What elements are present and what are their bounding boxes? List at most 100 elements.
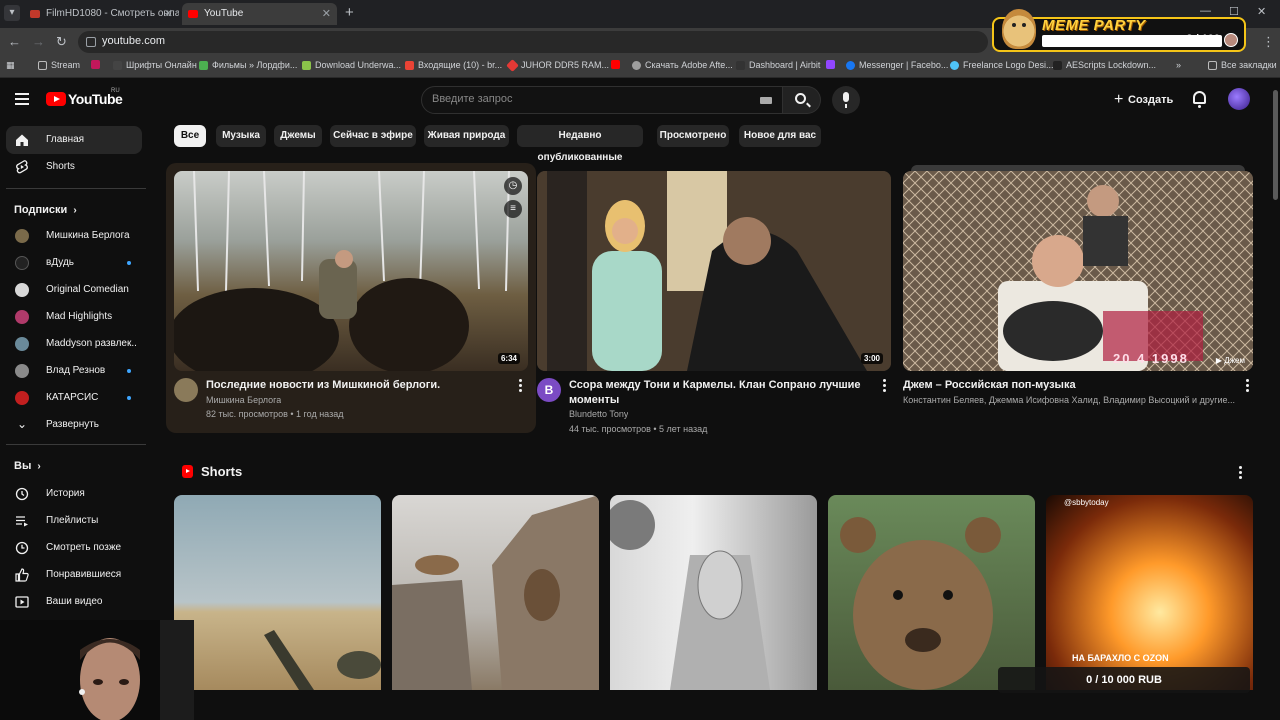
bookmark-item[interactable]: Скачать Adobe Afte... — [632, 60, 733, 70]
search-input[interactable] — [432, 93, 742, 105]
chip-recently-uploaded[interactable]: Недавно опубликованные — [517, 125, 643, 163]
bookmark-item[interactable]: Messenger | Facebo... — [846, 60, 948, 70]
channel-avatar[interactable]: B — [537, 378, 561, 402]
sidebar-item-home[interactable]: Главная — [6, 126, 142, 154]
sidebar-item-history[interactable]: История — [6, 480, 142, 508]
video-thumbnail[interactable]: 3:00 — [537, 171, 891, 371]
sidebar-item-playlists[interactable]: Плейлисты — [6, 507, 142, 535]
minimize-icon[interactable]: — — [1200, 5, 1211, 17]
keyboard-icon[interactable] — [760, 97, 772, 104]
search-button[interactable] — [783, 86, 821, 114]
bookmark-icon-only[interactable] — [826, 60, 835, 71]
more-bookmarks-icon[interactable]: » — [1176, 60, 1181, 70]
apps-grid-icon[interactable]: ▦ — [6, 60, 18, 71]
jam-title[interactable]: Джем – Российская поп-музыка — [903, 378, 1233, 393]
video-card[interactable]: ◷ ≡ 6:34 Последние новости из Мишкиной б… — [166, 163, 536, 433]
jam-card[interactable]: 20 4 1998 ▶ Джем Джем – Российская поп-м… — [903, 163, 1259, 433]
short-thumbnail[interactable] — [610, 495, 817, 690]
youtube-logo-icon[interactable] — [46, 92, 66, 106]
video-duration: 6:34 — [497, 353, 520, 364]
bookmark-item[interactable]: Входящие (10) - br... — [405, 60, 502, 70]
site-info-icon[interactable] — [86, 37, 96, 47]
short-thumbnail[interactable]: @sbbytoday НА БАРАХЛО С OZON — [1046, 495, 1253, 690]
sidebar-subscription[interactable]: Maddyson развлек... — [6, 330, 142, 358]
scrollbar-thumb[interactable] — [1273, 90, 1278, 200]
create-button[interactable]: + Создать — [1112, 90, 1173, 110]
browser-tab[interactable]: FilmHD1080 - Смотреть онлай ✕ — [24, 3, 179, 25]
chip-live[interactable]: Сейчас в эфире — [330, 125, 416, 147]
video-menu-icon[interactable] — [1246, 379, 1250, 394]
user-avatar[interactable] — [1228, 88, 1250, 110]
menu-icon[interactable] — [15, 93, 29, 105]
chip-music[interactable]: Музыка — [216, 125, 266, 147]
voice-search-button[interactable] — [832, 86, 860, 114]
video-thumbnail[interactable]: 20 4 1998 ▶ Джем — [903, 171, 1253, 371]
sidebar-subscription[interactable]: Original Comedian — [6, 276, 142, 304]
sidebar-subscription[interactable]: Мишкина Берлога — [6, 222, 142, 250]
video-title[interactable]: Ссора между Тони и Кармелы. Клан Сопрано… — [569, 378, 869, 408]
watch-later-icon[interactable]: ◷ — [504, 177, 522, 195]
forward-icon[interactable]: → — [32, 34, 45, 49]
browser-menu-icon[interactable]: ⋮ — [1262, 34, 1275, 50]
you-heading[interactable]: Вы › — [14, 460, 41, 472]
video-menu-icon[interactable] — [519, 379, 523, 394]
browser-tab-active[interactable]: YouTube ✕ — [182, 3, 337, 25]
add-to-queue-icon[interactable]: ≡ — [504, 200, 522, 218]
sidebar-expand[interactable]: ⌄ Развернуть — [6, 411, 142, 439]
webcam-overlay — [0, 620, 194, 720]
close-window-icon[interactable]: ✕ — [1257, 5, 1266, 18]
donation-goal-text: 0 / 10 000 RUB — [1086, 674, 1162, 686]
video-title[interactable]: Последние новости из Мишкиной берлоги. — [206, 378, 506, 393]
video-channel[interactable]: Blundetto Tony — [569, 409, 628, 419]
bookmark-item[interactable]: Шрифты Онлайн — [113, 60, 197, 70]
channel-avatar[interactable] — [174, 378, 198, 402]
short-thumbnail[interactable] — [828, 495, 1035, 690]
sidebar-item-liked[interactable]: Понравившиеся — [6, 561, 142, 589]
channel-avatar — [15, 256, 29, 270]
shorts-menu-icon[interactable] — [1239, 466, 1243, 481]
chip-wildlife[interactable]: Живая природа — [424, 125, 509, 147]
bookmark-item[interactable]: JUHOR DDR5 RAM... — [506, 59, 609, 72]
all-bookmarks[interactable]: Все закладки — [1208, 60, 1277, 70]
bookmark-item[interactable]: Dashboard | Airbit — [736, 60, 820, 70]
sidebar-subscription[interactable]: Влад Резнов — [6, 357, 142, 385]
chip-jams[interactable]: Джемы — [274, 125, 322, 147]
airbit-icon — [736, 61, 745, 70]
page-scrollbar[interactable] — [1271, 78, 1280, 720]
new-tab-icon[interactable]: + — [345, 4, 354, 21]
search-box[interactable] — [421, 86, 783, 114]
bookmark-item[interactable]: Stream — [38, 60, 80, 70]
bookmark-item[interactable]: Фильмы » Лордфи... — [199, 60, 297, 70]
back-icon[interactable]: ← — [8, 34, 21, 49]
reload-icon[interactable]: ↻ — [56, 34, 67, 50]
bookmark-item[interactable]: Freelance Logo Desi... — [950, 60, 1054, 70]
video-menu-icon[interactable] — [883, 379, 887, 394]
sidebar-item-your-videos[interactable]: Ваши видео — [6, 588, 142, 616]
video-card[interactable]: 3:00 B Ссора между Тони и Кармелы. Клан … — [537, 163, 907, 434]
notifications-bell-icon[interactable] — [1193, 91, 1206, 108]
video-channel[interactable]: Мишкина Берлога — [206, 395, 281, 405]
short-thumbnail[interactable] — [174, 495, 381, 690]
bookmark-icon-only[interactable] — [91, 60, 100, 71]
bookmark-icon-only[interactable] — [611, 60, 620, 71]
short-thumbnail[interactable] — [392, 495, 599, 690]
bookmark-item[interactable]: Download Underwa... — [302, 60, 401, 70]
chip-watched[interactable]: Просмотрено — [657, 125, 729, 147]
tab-search-button[interactable]: ▾ — [4, 5, 20, 21]
jam-artists[interactable]: Константин Беляев, Джемма Исифовна Халид… — [903, 395, 1255, 405]
sidebar-subscription[interactable]: вДудь — [6, 249, 142, 277]
close-tab-icon[interactable]: ✕ — [164, 3, 173, 25]
shorts-logo-icon — [182, 465, 193, 478]
bookmark-item[interactable]: AEScripts Lockdown... — [1053, 60, 1156, 70]
subscriptions-heading[interactable]: Подписки › — [14, 204, 77, 216]
sidebar-subscription[interactable]: КАТАРСИС — [6, 384, 142, 412]
sidebar-item-watch-later[interactable]: Смотреть позже — [6, 534, 142, 562]
video-thumbnail[interactable]: ◷ ≡ 6:34 — [174, 171, 528, 371]
chip-all[interactable]: Все — [174, 125, 206, 147]
close-tab-icon[interactable]: ✕ — [322, 3, 331, 25]
coin-icon — [1224, 33, 1238, 47]
sidebar-item-shorts[interactable]: Shorts — [6, 153, 142, 181]
address-bar[interactable]: youtube.com — [78, 31, 988, 53]
chip-new-for-you[interactable]: Новое для вас — [739, 125, 821, 147]
sidebar-subscription[interactable]: Mad Highlights — [6, 303, 142, 331]
